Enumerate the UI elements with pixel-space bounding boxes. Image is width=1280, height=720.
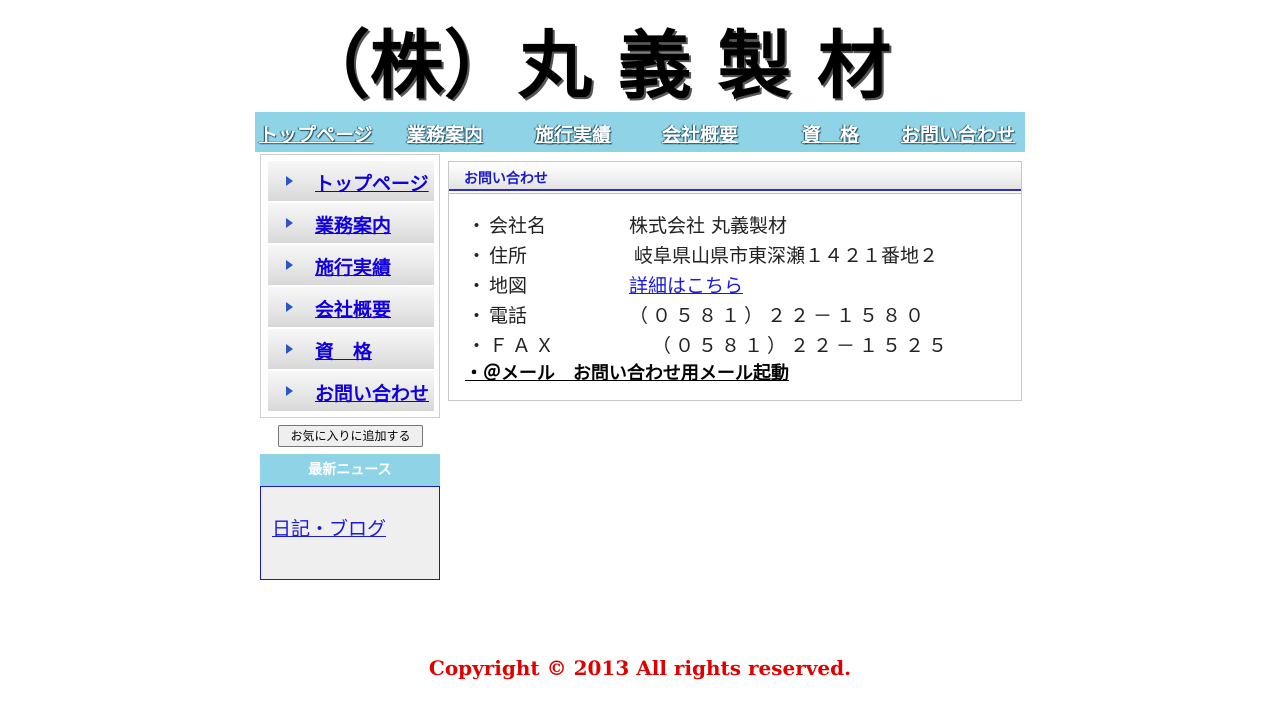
sidebar-item-label[interactable]: お問い合わせ [315, 379, 429, 406]
sidebar-menu: トップページ 業務案内 施行実績 会社概要 資 格 お問い合わせ [260, 154, 440, 418]
topnav-item-works[interactable]: 施行実績 [535, 120, 611, 147]
arrow-right-icon [286, 260, 293, 270]
divider [449, 193, 1021, 194]
blog-link[interactable]: 日記・ブログ [272, 514, 386, 541]
arrow-right-icon [286, 176, 293, 186]
info-value: 岐阜県山県市東深瀬１４２１番地２ [634, 245, 939, 267]
sidebar-item-label[interactable]: 資 格 [315, 337, 372, 364]
map-link[interactable]: 詳細はこちら [629, 275, 743, 297]
sidebar-item-services[interactable]: 業務案内 [268, 203, 434, 244]
info-label: ＦＡＸ [489, 335, 559, 357]
arrow-right-icon [286, 302, 293, 312]
topnav-item-services[interactable]: 業務案内 [407, 120, 483, 147]
info-label: 電話 [489, 305, 528, 327]
info-value: 詳細はこちら [629, 271, 743, 298]
email-link[interactable]: ・＠メール お問い合わせ用メール起動 [465, 359, 789, 385]
add-bookmark-button[interactable]: お気に入りに追加する [278, 425, 423, 447]
arrow-right-icon [286, 218, 293, 228]
sidebar-item-works[interactable]: 施行実績 [268, 245, 434, 286]
info-label: 地図 [489, 275, 528, 297]
bullet: ・ [467, 245, 487, 267]
topnav-item-contact[interactable]: お問い合わせ [901, 120, 1015, 147]
topnav-item-qualifications[interactable]: 資 格 [802, 120, 859, 147]
info-label: 会社名 [489, 215, 547, 237]
bullet: ・ [467, 335, 487, 357]
topnav-item-top[interactable]: トップページ [259, 120, 373, 147]
news-header: 最新ニュース [260, 454, 440, 486]
news-box: 日記・ブログ [260, 486, 440, 580]
sidebar-item-qualifications[interactable]: 資 格 [268, 329, 434, 370]
sidebar-item-top[interactable]: トップページ [268, 161, 434, 202]
info-label: 住所 [489, 245, 528, 267]
bullet: ・ [467, 215, 487, 237]
arrow-right-icon [286, 344, 293, 354]
contact-panel: お問い合わせ ・ 会社名 株式会社 丸義製材 ・ 住所 岐阜県山県市東深瀬１４２… [448, 161, 1022, 401]
info-value: 株式会社 丸義製材 [629, 215, 788, 237]
topnav-item-company[interactable]: 会社概要 [662, 120, 738, 147]
bullet: ・ [467, 275, 487, 297]
sidebar-item-contact[interactable]: お問い合わせ [268, 371, 434, 412]
section-header: お問い合わせ [449, 162, 1021, 191]
arrow-right-icon [286, 386, 293, 396]
sidebar-item-label[interactable]: 施行実績 [315, 253, 391, 280]
sidebar-item-label[interactable]: トップページ [315, 169, 429, 196]
copyright: Copyright © 2013 All rights reserved. [428, 656, 852, 680]
section-title: お問い合わせ [464, 171, 548, 187]
sidebar-item-label[interactable]: 会社概要 [315, 295, 391, 322]
site-logo: （株）丸 義 製 材 [296, 23, 892, 109]
bullet: ・ [467, 305, 487, 327]
info-value: （０５８１）２２－１５２５ [652, 335, 952, 357]
info-value: （０５８１）２２－１５８０ [629, 305, 929, 327]
sidebar-item-company[interactable]: 会社概要 [268, 287, 434, 328]
top-navigation: トップページ 業務案内 施行実績 会社概要 資 格 お問い合わせ [255, 112, 1025, 152]
sidebar-item-label[interactable]: 業務案内 [315, 211, 391, 238]
